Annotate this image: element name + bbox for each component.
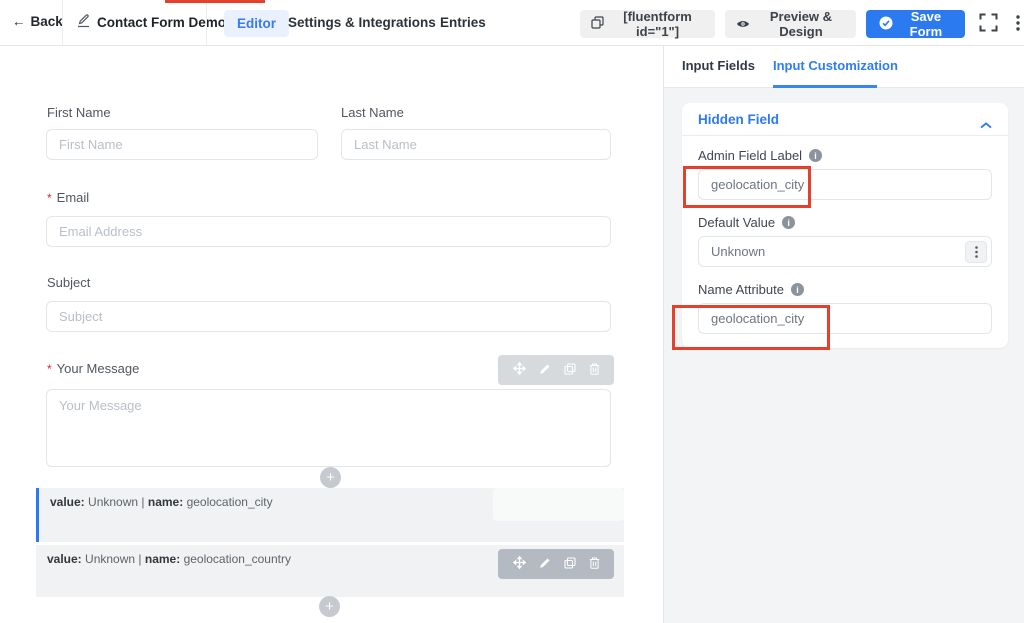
delete-field-button[interactable] bbox=[587, 555, 602, 574]
annotation-box-admin-field-label bbox=[683, 166, 811, 208]
tab-input-fields[interactable]: Input Fields bbox=[682, 58, 755, 73]
label-name-attribute: Name Attribute i bbox=[698, 282, 992, 297]
check-circle-icon bbox=[879, 16, 893, 33]
save-form-button[interactable]: Save Form bbox=[866, 10, 965, 38]
shortcode-label: [fluentform id="1"] bbox=[611, 9, 704, 39]
tab-input-customization[interactable]: Input Customization bbox=[773, 58, 898, 73]
default-value-wrap bbox=[698, 236, 992, 267]
fullscreen-icon bbox=[979, 13, 998, 35]
hidden-field-row-geolocation-city[interactable]: value: Unknown | name: geolocation_city bbox=[36, 488, 624, 542]
duplicate-field-button[interactable] bbox=[562, 555, 578, 574]
duplicate-icon bbox=[564, 363, 576, 378]
hidden-field-summary: value: Unknown | name: geolocation_city bbox=[50, 495, 273, 509]
tab-settings-label: Settings & Integrations bbox=[288, 15, 436, 30]
trash-icon bbox=[589, 557, 600, 572]
tab-settings-integrations[interactable]: Settings & Integrations bbox=[288, 15, 436, 30]
fluentform-editor-page: ← Back Contact Form Demo Editor Settings… bbox=[0, 0, 1024, 623]
label-default-value: Default Value i bbox=[698, 215, 992, 230]
duplicate-field-button[interactable] bbox=[562, 361, 578, 380]
shortcode-button[interactable]: [fluentform id="1"] bbox=[580, 10, 715, 38]
tab-editor[interactable]: Editor bbox=[224, 10, 289, 37]
delete-field-button[interactable] bbox=[587, 361, 602, 380]
field-action-toolbar bbox=[498, 355, 614, 385]
sidebar-tabs: Input Fields Input Customization bbox=[664, 46, 1024, 88]
preview-design-label: Preview & Design bbox=[757, 9, 845, 39]
tab-entries[interactable]: Entries bbox=[440, 15, 486, 30]
move-field-button[interactable] bbox=[511, 554, 528, 574]
divider bbox=[62, 0, 63, 46]
add-field-button[interactable]: + bbox=[320, 467, 341, 488]
trash-icon bbox=[589, 363, 600, 378]
active-tab-underline bbox=[773, 85, 877, 88]
last-name-input[interactable] bbox=[341, 129, 611, 160]
annotation-box-name-attribute bbox=[672, 305, 830, 350]
label-admin-field-label: Admin Field Label i bbox=[698, 148, 992, 163]
more-options-button[interactable] bbox=[1012, 11, 1024, 38]
kebab-menu-icon bbox=[1016, 15, 1020, 34]
field-action-toolbar bbox=[498, 549, 614, 579]
annotation-strip bbox=[165, 0, 265, 3]
edit-pencil-icon[interactable] bbox=[77, 14, 90, 31]
divider bbox=[206, 0, 207, 46]
duplicate-icon bbox=[564, 557, 576, 572]
pencil-icon bbox=[539, 363, 551, 378]
required-mark: * bbox=[47, 191, 52, 205]
edit-field-button[interactable] bbox=[537, 555, 553, 574]
field-label-subject: Subject bbox=[47, 275, 90, 290]
field-label-last-name: Last Name bbox=[341, 105, 404, 120]
default-value-input[interactable] bbox=[698, 236, 992, 267]
edit-field-button[interactable] bbox=[537, 361, 553, 380]
move-icon bbox=[513, 362, 526, 378]
faded-toolbar-area bbox=[493, 488, 624, 521]
field-label-your-message: *Your Message bbox=[47, 361, 139, 376]
move-field-button[interactable] bbox=[511, 360, 528, 380]
back-arrow-icon: ← bbox=[12, 14, 26, 29]
your-message-textarea[interactable] bbox=[46, 389, 611, 467]
field-label-email: *Email bbox=[47, 190, 89, 205]
add-field-button[interactable]: + bbox=[319, 596, 340, 617]
form-editor-canvas: First Name Last Name *Email Subject *You… bbox=[0, 46, 663, 623]
first-name-input[interactable] bbox=[46, 129, 318, 160]
form-title: Contact Form Demo bbox=[77, 14, 226, 31]
pencil-icon bbox=[539, 557, 551, 572]
tab-entries-label: Entries bbox=[440, 15, 486, 30]
copy-icon bbox=[591, 16, 604, 32]
fullscreen-button[interactable] bbox=[975, 9, 1002, 39]
back-label: Back bbox=[31, 14, 63, 29]
field-label-first-name: First Name bbox=[47, 105, 111, 120]
chevron-up-icon[interactable] bbox=[980, 116, 992, 134]
info-icon[interactable]: i bbox=[809, 149, 822, 162]
email-input[interactable] bbox=[46, 216, 611, 247]
panel-title: Hidden Field bbox=[698, 112, 779, 127]
move-icon bbox=[513, 556, 526, 572]
toolbar-actions: [fluentform id="1"] Preview & Design bbox=[580, 9, 1024, 39]
required-mark: * bbox=[47, 362, 52, 376]
preview-design-button[interactable]: Preview & Design bbox=[725, 10, 856, 38]
top-toolbar: ← Back Contact Form Demo Editor Settings… bbox=[0, 0, 1024, 46]
subject-input[interactable] bbox=[46, 301, 611, 332]
plus-icon: + bbox=[326, 470, 335, 485]
tab-editor-label: Editor bbox=[237, 16, 276, 31]
back-button[interactable]: ← Back bbox=[12, 14, 63, 29]
eye-icon bbox=[736, 17, 750, 32]
hidden-field-summary: value: Unknown | name: geolocation_count… bbox=[47, 552, 291, 566]
info-icon[interactable]: i bbox=[782, 216, 795, 229]
save-form-label: Save Form bbox=[900, 9, 952, 39]
panel-header-hidden-field[interactable]: Hidden Field bbox=[682, 103, 1008, 136]
shortcode-picker-button[interactable] bbox=[965, 241, 987, 263]
plus-icon: + bbox=[325, 599, 334, 614]
info-icon[interactable]: i bbox=[791, 283, 804, 296]
